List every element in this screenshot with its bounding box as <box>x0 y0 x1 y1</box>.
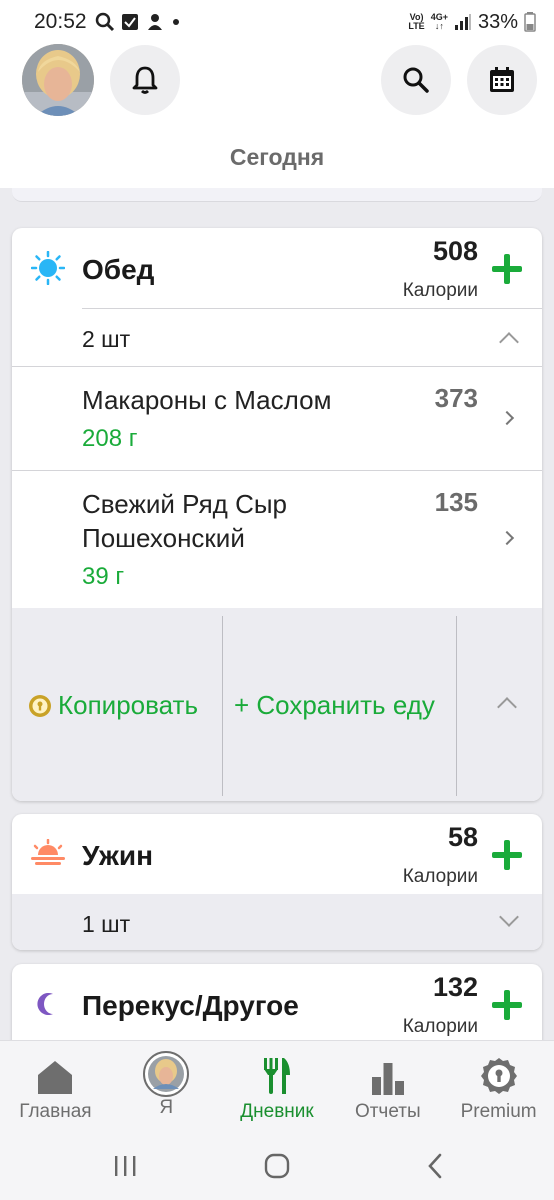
meal-calories-label: Калории <box>402 280 478 301</box>
meal-title: Перекус/Другое <box>82 990 299 1021</box>
avatar-photo <box>22 44 94 116</box>
meal-title: Обед <box>82 254 155 285</box>
add-food-button[interactable] <box>490 838 524 872</box>
copy-button[interactable]: Копировать <box>28 690 198 721</box>
chevron-down-icon <box>499 907 519 927</box>
add-food-button[interactable] <box>490 988 524 1022</box>
nav-item-premium[interactable]: Premium <box>443 1041 554 1132</box>
moon-icon <box>30 986 66 1022</box>
item-count: 1 шт <box>82 911 131 937</box>
divider <box>456 616 457 796</box>
nav-item-me[interactable]: Я <box>111 1041 222 1132</box>
diary-content[interactable]: Обед 508 Калории 2 шт Макароны с Маслом … <box>0 188 554 1040</box>
status-right: Vo) LTE 4G+ ↓↑ 33% <box>408 11 536 34</box>
food-quantity: 208 г <box>82 425 138 452</box>
chevron-right-icon <box>499 530 515 546</box>
food-calories: 373 <box>434 383 478 413</box>
meal-calories: 508 <box>432 236 478 266</box>
item-count-row[interactable]: 2 шт <box>82 308 542 366</box>
chevron-up-icon <box>499 332 519 352</box>
network-gen-indicator: 4G+ ↓↑ <box>430 12 448 31</box>
status-bar: 20:52 Vo) LTE 4G+ ↓↑ 33% <box>0 0 554 44</box>
dot-icon <box>172 19 179 25</box>
save-food-button[interactable]: + Сохранить еду <box>234 690 435 721</box>
item-count: 2 шт <box>82 326 131 352</box>
notifications-button[interactable] <box>110 45 180 115</box>
app-header: Сегодня <box>0 44 554 188</box>
nav-label: Дневник <box>240 1101 314 1122</box>
previous-meal-card <box>12 188 542 202</box>
meal-calories: 132 <box>432 972 478 1002</box>
bottom-navigation: Главная Я Дневник Отчеты Premium <box>0 1040 554 1132</box>
collapse-chevron-icon[interactable] <box>497 697 517 717</box>
copy-label: Копировать <box>58 690 198 720</box>
food-calories: 135 <box>434 487 478 517</box>
back-icon <box>428 1153 442 1179</box>
page-title: Сегодня <box>229 144 325 170</box>
avatar-icon <box>143 1051 190 1097</box>
bell-icon <box>132 66 158 94</box>
back-button[interactable] <box>420 1150 450 1182</box>
bar-chart-icon <box>368 1055 408 1095</box>
app-notification-icon <box>147 14 162 30</box>
signal-icon <box>454 14 471 30</box>
fork-knife-icon <box>257 1055 297 1095</box>
item-count-row[interactable]: 1 шт <box>12 894 542 950</box>
checkbox-notification-icon <box>121 14 138 30</box>
home-icon <box>35 1055 75 1095</box>
nav-label: Главная <box>19 1101 92 1122</box>
nav-label: Отчеты <box>354 1101 421 1122</box>
home-circle-icon <box>264 1153 290 1179</box>
search-icon <box>403 67 429 93</box>
profile-avatar[interactable] <box>22 44 94 116</box>
nav-item-home[interactable]: Главная <box>0 1041 111 1132</box>
system-navigation-bar <box>0 1132 554 1200</box>
meal-header: Перекус/Другое 132 Калории <box>12 964 542 1040</box>
chevron-right-icon <box>499 410 515 426</box>
nav-label: Premium <box>460 1101 537 1122</box>
recent-apps-button[interactable] <box>110 1150 140 1182</box>
battery-icon <box>524 12 536 32</box>
battery-percent: 33% <box>477 10 518 33</box>
meal-card-lunch: Обед 508 Калории 2 шт Макароны с Маслом … <box>12 228 542 801</box>
meal-header: Обед 508 Калории <box>12 228 542 308</box>
sun-icon <box>30 250 66 286</box>
premium-badge-icon <box>479 1055 519 1095</box>
add-food-button[interactable] <box>490 252 524 286</box>
divider <box>222 616 223 796</box>
premium-lock-icon <box>29 694 51 717</box>
recent-apps-icon <box>115 1156 136 1176</box>
meal-actions: Копировать + Сохранить еду <box>12 608 542 801</box>
volte-indicator: Vo) LTE <box>408 12 425 31</box>
sunset-icon <box>30 836 66 872</box>
nav-label: Я <box>159 1097 174 1118</box>
search-notification-icon <box>95 12 114 32</box>
meal-calories-label: Калории <box>402 1016 478 1037</box>
calendar-button[interactable] <box>467 45 537 115</box>
food-quantity: 39 г <box>82 563 125 590</box>
nav-item-diary[interactable]: Дневник <box>222 1041 333 1132</box>
home-system-button[interactable] <box>262 1150 292 1182</box>
meal-header: Ужин 58 Калории <box>12 814 542 894</box>
food-name: Свежий Ряд Сыр Пошехонский <box>82 489 288 553</box>
food-item[interactable]: Свежий Ряд Сыр Пошехонский 39 г 135 <box>12 470 542 608</box>
search-button[interactable] <box>381 45 451 115</box>
status-time: 20:52 <box>34 10 87 33</box>
food-name: Макароны с Маслом <box>82 385 332 415</box>
calendar-icon <box>490 67 514 92</box>
meal-calories-label: Калории <box>402 866 478 887</box>
meal-title: Ужин <box>82 840 154 871</box>
status-notification-icons <box>95 12 181 32</box>
meal-calories: 58 <box>447 822 478 852</box>
nav-item-reports[interactable]: Отчеты <box>332 1041 443 1132</box>
meal-card-snack: Перекус/Другое 132 Калории <box>12 964 542 1040</box>
food-item[interactable]: Макароны с Маслом 208 г 373 <box>12 366 542 470</box>
meal-card-dinner: Ужин 58 Калории 1 шт <box>12 814 542 950</box>
